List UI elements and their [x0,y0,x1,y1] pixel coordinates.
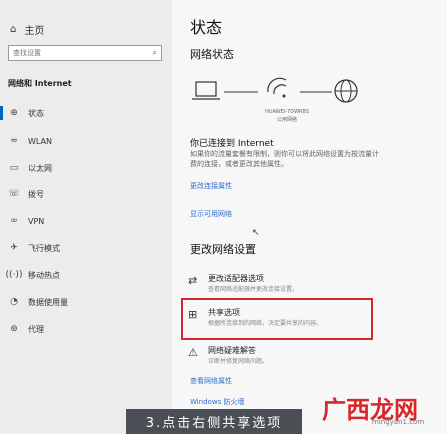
sidebar-item-airplane[interactable]: ✈ 飞行模式 [0,237,172,259]
wifi-signal-icon [267,77,287,98]
page-title: 状态 [190,18,223,37]
sidebar-item-label: 数据使用量 [28,297,68,307]
home-label: 主页 [24,26,45,37]
status-icon: ⊕ [10,108,18,118]
firewall-link[interactable]: Windows 防火墙 [190,397,244,407]
computer-icon [192,81,220,100]
option-title: 网络疑难解答 [208,346,256,355]
vpn-icon: ∞ [10,216,18,226]
instruction-caption: 3.点击右侧共享选项 [126,409,302,434]
network-name: HUAWEI-7DWR8S [265,109,309,115]
connected-desc-1: 如果你的流量套餐有限制，则你可以将此网络设置为按流量计 [190,150,379,158]
adapter-icon: ⇄ [188,274,198,287]
network-properties-link[interactable]: 查看网络属性 [190,376,232,386]
network-diagram [192,77,358,103]
option-title: 更改适配器选项 [208,274,264,283]
sidebar-item-label: 飞行模式 [28,243,60,253]
home-button[interactable]: ⌂ 主页 [10,22,44,37]
data-usage-icon: ◔ [10,297,18,307]
sidebar-item-label: 拨号 [28,189,44,199]
sidebar-item-label: 以太网 [28,163,52,173]
sidebar-item-ethernet[interactable]: ▭ 以太网 [0,157,172,179]
search-placeholder: 查找设置 [13,49,41,57]
wifi-icon: ≈ [10,136,18,146]
network-status-heading: 网络状态 [190,48,234,61]
troubleshoot-icon: ⚠ [188,346,198,359]
highlight-box [181,298,373,340]
sidebar-item-data-usage[interactable]: ◔ 数据使用量 [0,291,172,313]
show-networks-link[interactable]: 显示可用网络 [190,209,232,219]
sidebar-item-hotspot[interactable]: ((·)) 移动热点 [0,264,172,286]
hotspot-icon: ((·)) [5,270,23,280]
ethernet-icon: ▭ [9,163,19,173]
search-icon: ⌕ [152,48,157,57]
sidebar-item-status[interactable]: ⊕ 状态 [0,102,172,124]
sidebar-item-wlan[interactable]: ≈ WLAN [0,130,172,152]
watermark-url: mingyan1.com [372,418,425,426]
main-panel: 状态 网络状态 HUAWEI-7DWR8S 公用网络 你已连接到 Interne… [172,0,447,434]
home-icon: ⌂ [10,24,17,35]
sidebar-item-label: 代理 [28,324,44,334]
sidebar-item-dialup[interactable]: ☏ 拨号 [0,183,172,205]
connected-heading: 你已连接到 Internet [190,139,274,149]
troubleshoot-item[interactable]: ⚠ 网络疑难解答 诊断并修复网络问题。 [186,344,368,374]
search-input[interactable]: 查找设置 ⌕ [8,45,162,61]
change-settings-heading: 更改网络设置 [190,243,256,256]
airplane-icon: ✈ [10,243,18,253]
sidebar: ⌂ 主页 查找设置 ⌕ 网络和 Internet ⊕ 状态 ≈ WLAN ▭ 以… [0,0,172,434]
proxy-icon: ⊛ [10,324,18,334]
sidebar-item-label: WLAN [28,136,53,146]
option-desc: 查看网络适配器并更改连接设置。 [208,286,299,293]
dialup-icon: ☏ [8,189,20,199]
change-properties-link[interactable]: 更改连接属性 [190,181,232,191]
sidebar-item-label: 状态 [28,108,44,118]
sidebar-item-vpn[interactable]: ∞ VPN [0,210,172,232]
network-type: 公用网络 [276,117,297,123]
sidebar-item-label: VPN [28,216,45,226]
connected-desc-2: 费的连接，或者更改其他属性。 [190,160,288,168]
mouse-cursor-icon: ↖ [252,228,260,238]
section-title: 网络和 Internet [8,79,72,88]
option-desc: 诊断并修复网络问题。 [208,358,269,365]
sidebar-item-proxy[interactable]: ⊛ 代理 [0,318,172,340]
globe-icon [334,79,358,103]
sidebar-item-label: 移动热点 [28,270,60,280]
